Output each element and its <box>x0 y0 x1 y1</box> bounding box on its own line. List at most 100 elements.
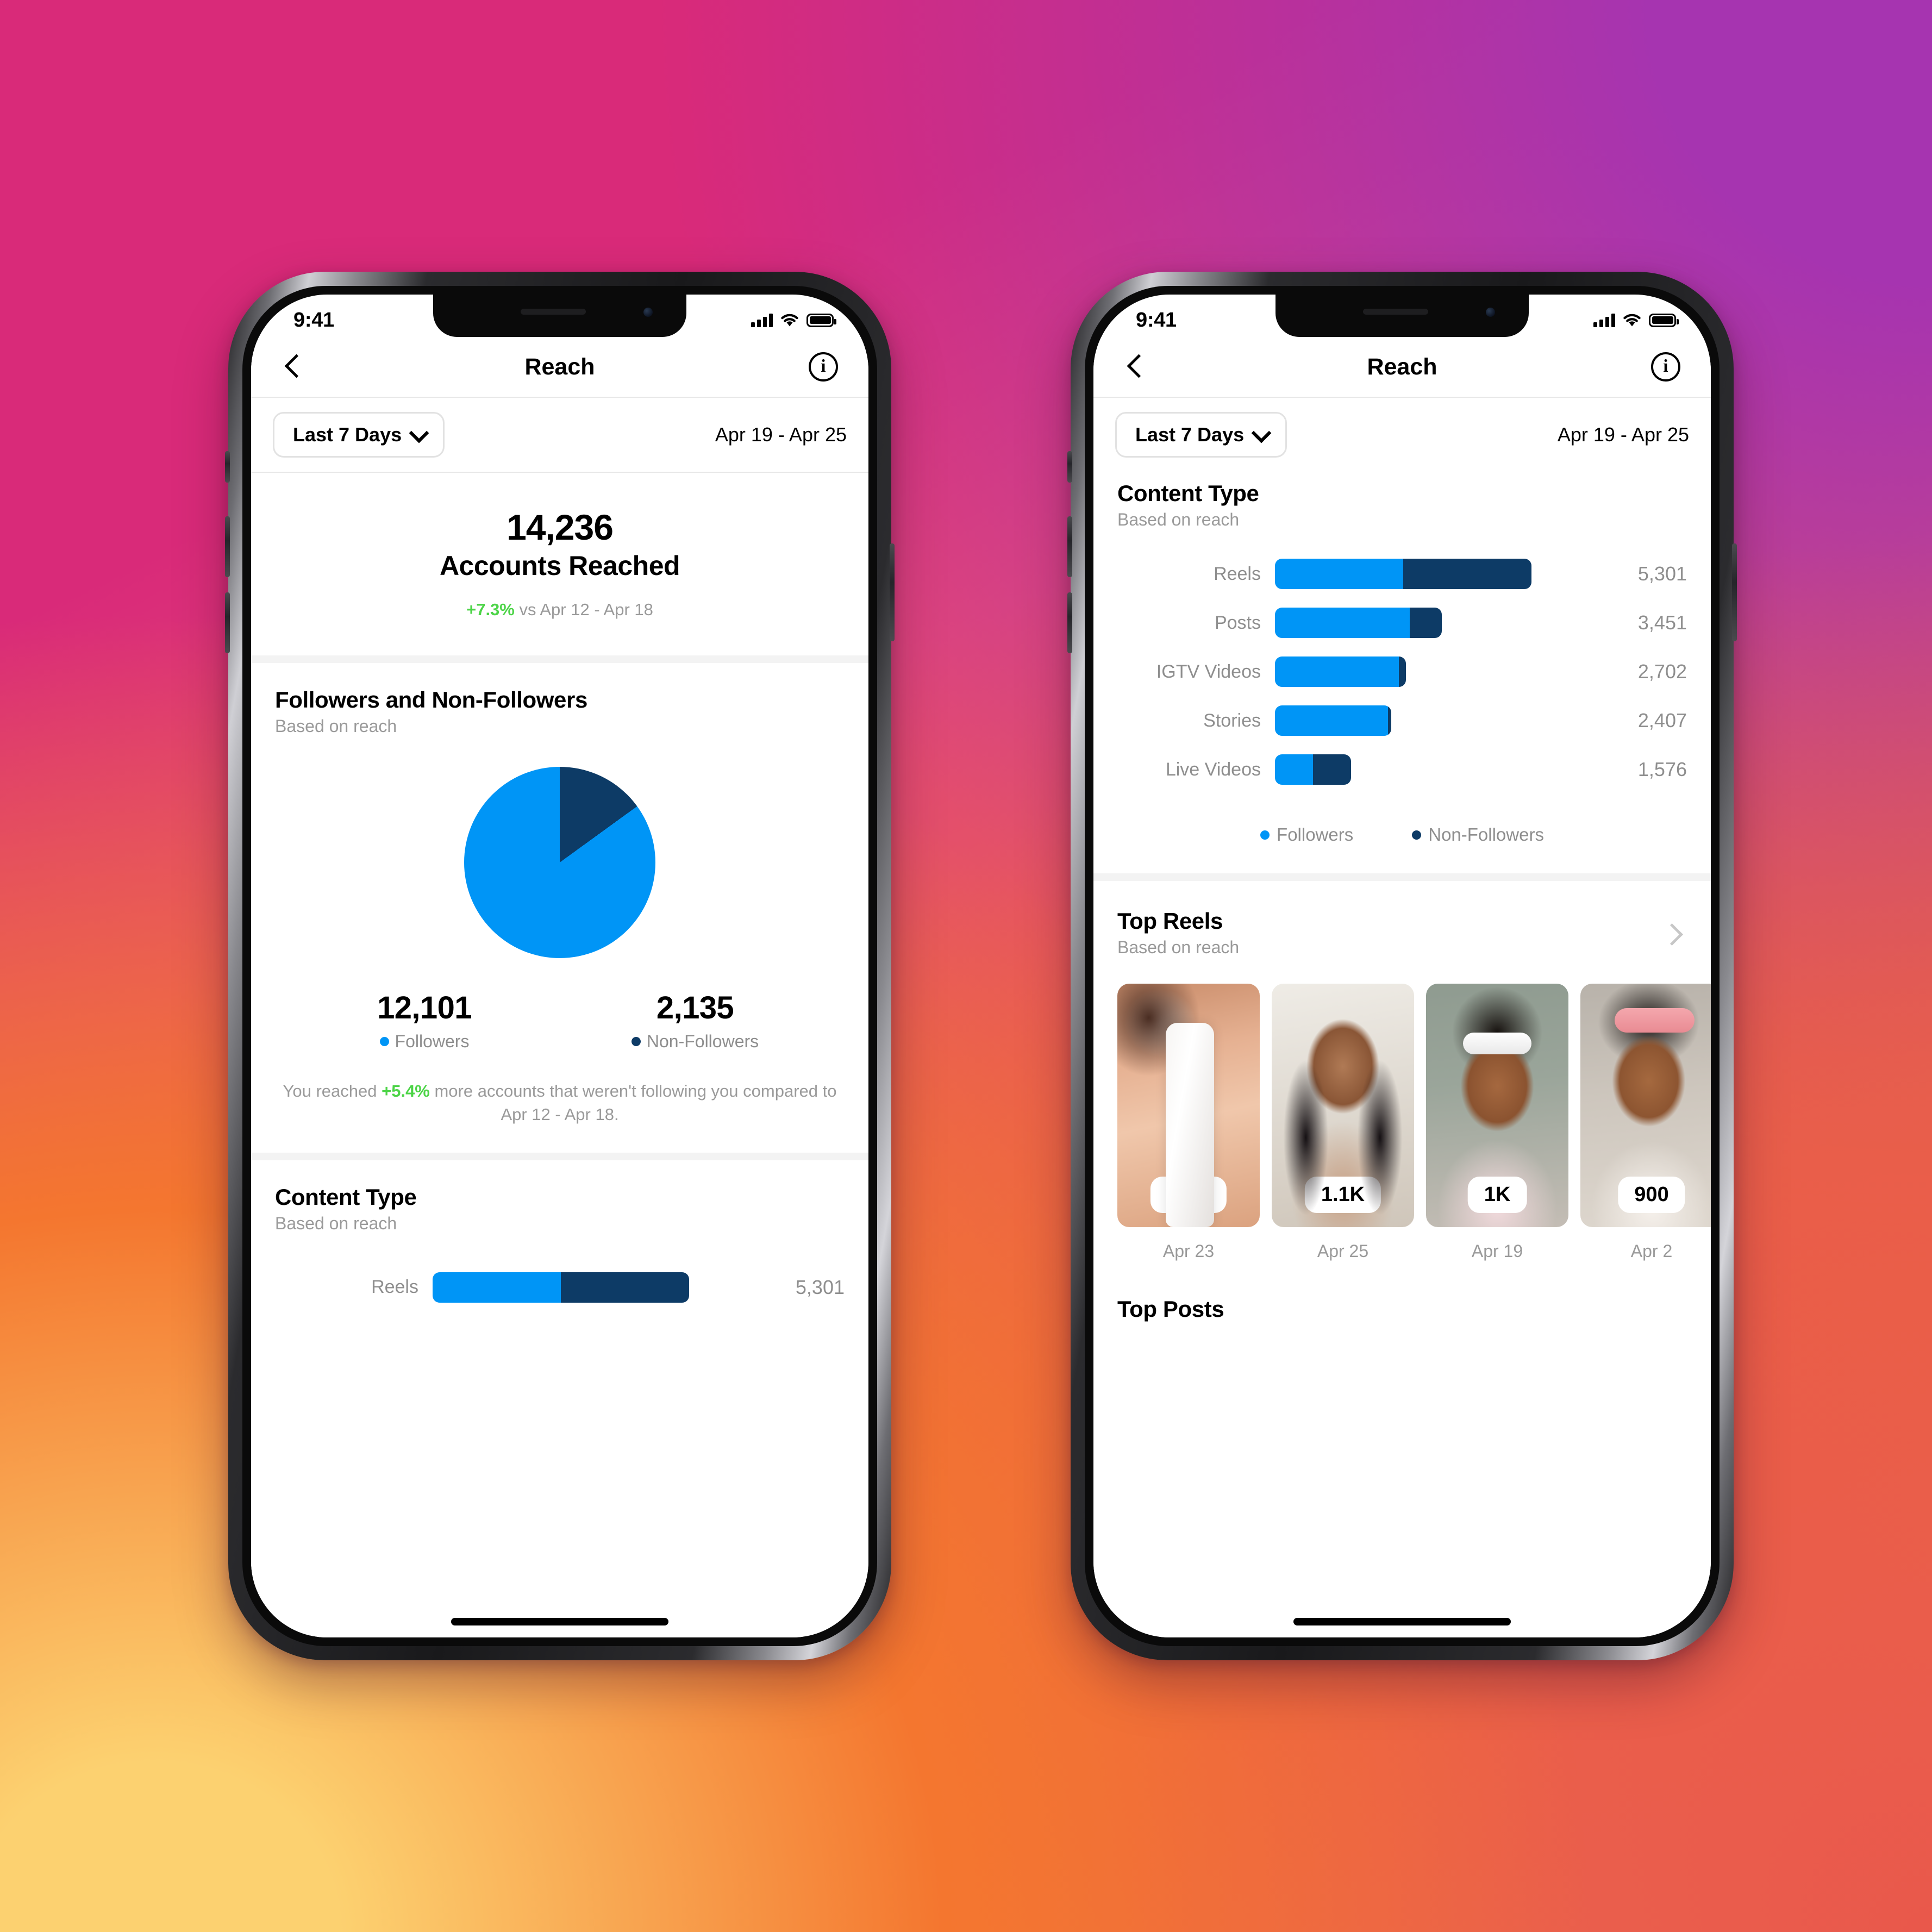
top-reels-header[interactable]: Top Reels Based on reach <box>1093 881 1711 958</box>
bar-segment-followers <box>1275 656 1399 687</box>
status-badge: 900 <box>1618 1177 1685 1213</box>
phone-bezel-right: 9:41 Reach i Last 7 Days Apr 19 - Apr 25… <box>1085 286 1720 1646</box>
content-type-title: Content Type <box>1117 480 1259 506</box>
followers-section-title: Followers and Non-Followers <box>275 687 587 712</box>
status-time: 9:41 <box>293 308 334 332</box>
screen-right: 9:41 Reach i Last 7 Days Apr 19 - Apr 25… <box>1093 295 1711 1637</box>
phone-bezel-left: 9:41 Reach i Last 7 Days Apr 19 - Apr 25… <box>242 286 877 1646</box>
filter-row: Last 7 Days Apr 19 - Apr 25 <box>251 398 868 472</box>
power-button[interactable] <box>1732 543 1737 641</box>
content-type-title: Content Type <box>275 1184 417 1210</box>
bar-segment-nonfollowers <box>1388 705 1392 736</box>
nonfollowers-value: 2,135 <box>656 990 734 1026</box>
scroll-body-right[interactable]: Last 7 Days Apr 19 - Apr 25 Content Type… <box>1093 397 1711 1637</box>
followers-note: You reached +5.4% more accounts that wer… <box>251 1052 868 1153</box>
accounts-reached-label: Accounts Reached <box>439 551 680 581</box>
wifi-icon <box>781 314 798 327</box>
bar-value: 5,301 <box>795 1276 845 1298</box>
bar-value: 2,702 <box>1637 660 1687 683</box>
stacked-bar <box>1275 754 1352 785</box>
list-item[interactable]: 1K Apr 19 <box>1426 984 1568 1261</box>
volume-up-button[interactable] <box>1067 516 1072 577</box>
mute-switch[interactable] <box>1067 451 1072 483</box>
chevron-right-icon[interactable] <box>1663 925 1679 941</box>
date-range-selector[interactable]: Last 7 Days <box>273 412 445 458</box>
top-reels-titles: Top Reels Based on reach <box>1117 908 1239 958</box>
info-icon[interactable]: i <box>809 352 838 382</box>
status-indicators <box>751 313 836 327</box>
filter-row: Last 7 Days Apr 19 - Apr 25 <box>1093 398 1711 472</box>
status-indicators <box>1593 313 1679 327</box>
reel-date: Apr 23 <box>1162 1241 1215 1261</box>
content-type-section-header: Content Type Based on reach <box>251 1160 868 1234</box>
mute-switch[interactable] <box>225 451 230 483</box>
reel-date: Apr 25 <box>1317 1241 1369 1261</box>
date-range-text: Apr 19 - Apr 25 <box>715 423 847 446</box>
top-posts-title: Top Posts <box>1117 1296 1224 1322</box>
date-range-text: Apr 19 - Apr 25 <box>1557 423 1689 446</box>
bar-segment-followers <box>433 1272 561 1303</box>
list-item[interactable]: 900 Apr 2 <box>1580 984 1711 1261</box>
bar-value: 2,407 <box>1637 709 1687 731</box>
followers-stat: 12,101 Followers <box>289 990 560 1052</box>
scroll-body-left[interactable]: Last 7 Days Apr 19 - Apr 25 14,236 Accou… <box>251 397 868 1637</box>
volume-down-button[interactable] <box>1067 592 1072 653</box>
content-type-subtitle: Based on reach <box>275 1213 397 1233</box>
reel-thumbnail[interactable]: 900 <box>1580 984 1711 1227</box>
content-type-bar-chart-partial: Reels 5,301 <box>251 1234 868 1312</box>
list-item[interactable]: 1.1K Apr 25 <box>1272 984 1414 1261</box>
volume-down-button[interactable] <box>225 592 230 653</box>
phone-device-right: 9:41 Reach i Last 7 Days Apr 19 - Apr 25… <box>1067 272 1737 1660</box>
status-badge: 2.3K <box>1150 1177 1227 1213</box>
bar-track <box>1275 559 1531 589</box>
bar-segment-followers <box>1275 608 1410 638</box>
table-row: Stories 2,407 <box>1117 696 1687 745</box>
bar-label: Reels <box>1214 563 1261 584</box>
stacked-bar <box>433 1272 689 1303</box>
back-button[interactable] <box>1124 355 1148 379</box>
power-button[interactable] <box>890 543 895 641</box>
bar-label: Posts <box>1214 612 1261 633</box>
accounts-reached-summary: 14,236 Accounts Reached +7.3% vs Apr 12 … <box>251 473 868 655</box>
bar-value: 3,451 <box>1637 611 1687 634</box>
date-range-selector[interactable]: Last 7 Days <box>1115 412 1287 458</box>
back-button[interactable] <box>282 355 305 379</box>
legend-label: Non-Followers <box>1428 824 1544 845</box>
pie-slices <box>464 767 655 958</box>
wifi-icon <box>1623 314 1641 327</box>
list-item[interactable]: 2.3K Apr 23 <box>1117 984 1260 1261</box>
info-icon[interactable]: i <box>1651 352 1680 382</box>
legend-item-followers: Followers <box>1260 824 1353 845</box>
home-indicator[interactable] <box>451 1618 668 1625</box>
screen-left: 9:41 Reach i Last 7 Days Apr 19 - Apr 25… <box>251 295 868 1637</box>
volume-up-button[interactable] <box>225 516 230 577</box>
top-reels-carousel[interactable]: 2.3K Apr 23 1.1K Apr 25 1K Apr 19 900 Ap… <box>1093 958 1711 1261</box>
top-posts-header[interactable]: Top Posts <box>1093 1261 1711 1322</box>
cellular-signal-icon <box>751 313 773 327</box>
accounts-reached-value: 14,236 <box>507 507 614 547</box>
home-indicator[interactable] <box>1293 1618 1511 1625</box>
reel-thumbnail[interactable]: 1K <box>1426 984 1568 1227</box>
bar-segment-nonfollowers <box>1398 656 1406 687</box>
table-row: Posts 3,451 <box>1117 598 1687 647</box>
stacked-bar <box>1275 608 1442 638</box>
followers-section-header: Followers and Non-Followers Based on rea… <box>251 663 868 736</box>
reel-thumbnail[interactable]: 1.1K <box>1272 984 1414 1227</box>
nonfollowers-stat: 2,135 Non-Followers <box>560 990 830 1052</box>
status-badge: 1K <box>1467 1177 1527 1213</box>
nonfollowers-label: Non-Followers <box>646 1031 759 1051</box>
stacked-bar <box>1275 559 1531 589</box>
top-reels-title: Top Reels <box>1117 908 1223 934</box>
note-suffix: more accounts that weren't following you… <box>429 1081 837 1124</box>
legend-item-nonfollowers: Non-Followers <box>1412 824 1544 845</box>
followers-pie-chart <box>251 736 868 972</box>
status-bar: 9:41 <box>1093 295 1711 337</box>
reel-date: Apr 19 <box>1471 1241 1523 1261</box>
nonfollowers-color-dot-icon <box>1412 830 1422 840</box>
reel-thumbnail[interactable]: 2.3K <box>1117 984 1260 1227</box>
bar-segment-followers <box>1275 559 1403 589</box>
cellular-signal-icon <box>1593 313 1615 327</box>
bar-segment-nonfollowers <box>561 1272 689 1303</box>
nonfollowers-color-dot-icon <box>631 1037 641 1046</box>
bar-track <box>1275 754 1531 785</box>
